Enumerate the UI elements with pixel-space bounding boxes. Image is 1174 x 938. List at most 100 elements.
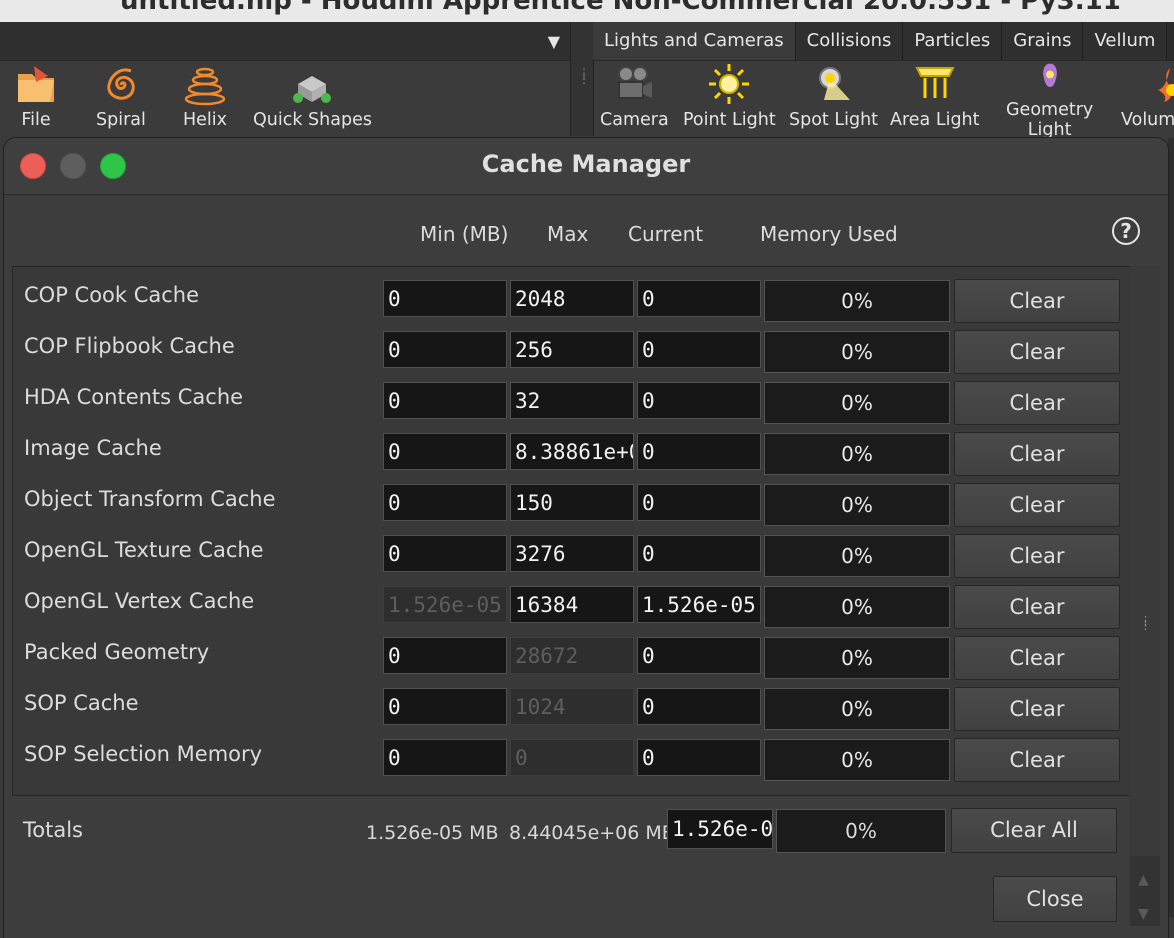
tab-vellum[interactable]: Vellum [1083, 22, 1168, 60]
cache-label: Object Transform Cache [24, 487, 276, 511]
header-max: Max [547, 222, 589, 246]
cache-label: COP Flipbook Cache [24, 334, 235, 358]
min-field[interactable]: 0 [383, 535, 507, 572]
quick-shapes-tool[interactable]: Quick Shapes [253, 62, 372, 130]
tab-particles[interactable]: Particles [903, 22, 1003, 60]
header-current: Current [628, 222, 704, 246]
current-field[interactable]: 0 [637, 331, 761, 368]
help-icon[interactable]: ? [1112, 217, 1140, 245]
dialog-titlebar: Cache Manager [4, 138, 1168, 195]
tab-grains[interactable]: Grains [1002, 22, 1084, 60]
spot-light-tool[interactable]: Spot Light [789, 62, 878, 130]
memory-used-meter: 0% [764, 688, 950, 730]
header-min: Min (MB) [420, 222, 509, 246]
cache-label: OpenGL Vertex Cache [24, 589, 255, 613]
header-memory-used: Memory Used [760, 222, 898, 246]
clear-all-button[interactable]: Clear All [951, 808, 1117, 853]
max-field[interactable]: 2048 [510, 280, 634, 317]
max-field[interactable]: 3276 [510, 535, 634, 572]
app-title-bar: untitled.hip - Houdini Apprentice Non-Co… [0, 0, 1174, 22]
current-field[interactable]: 0 [637, 688, 761, 725]
volume-light-tool[interactable]: Volume [1121, 62, 1174, 130]
max-field[interactable]: 16384 [510, 586, 634, 623]
min-field: 1.526e-05 [383, 586, 507, 623]
min-field[interactable]: 0 [383, 280, 507, 317]
max-field[interactable]: 256 [510, 331, 634, 368]
spot-light-icon [818, 67, 850, 100]
table-row: COP Cook Cache 0 2048 0 0% Clear [13, 275, 1131, 326]
current-field[interactable]: 0 [637, 637, 761, 674]
memory-used-meter: 0% [764, 637, 950, 679]
totals-label: Totals [23, 818, 83, 842]
spiral-tool[interactable]: Spiral [96, 62, 146, 130]
totals-memory-meter: 0% [776, 809, 946, 853]
min-field[interactable]: 0 [383, 331, 507, 368]
spiral-icon [107, 68, 135, 100]
max-field[interactable]: 32 [510, 382, 634, 419]
clear-button[interactable]: Clear [954, 738, 1120, 782]
window-edge [1168, 138, 1174, 917]
current-field[interactable]: 0 [637, 739, 761, 776]
min-field[interactable]: 0 [383, 688, 507, 725]
min-field[interactable]: 0 [383, 637, 507, 674]
table-row: COP Flipbook Cache 0 256 0 0% Clear [13, 326, 1131, 377]
current-field[interactable]: 0 [637, 382, 761, 419]
memory-used-meter: 0% [764, 331, 950, 373]
min-field[interactable]: 0 [383, 739, 507, 776]
clear-button[interactable]: Clear [954, 483, 1120, 527]
current-field[interactable]: 0 [637, 484, 761, 521]
table-row: SOP Selection Memory 0 0 0 0% Clear [13, 734, 1131, 785]
file-tool[interactable]: File [12, 62, 60, 130]
max-field: 1024 [510, 688, 634, 725]
app-title: untitled.hip - Houdini Apprentice Non-Co… [120, 0, 1121, 16]
clear-button[interactable]: Clear [954, 534, 1120, 578]
cache-label: Packed Geometry [24, 640, 210, 664]
point-light-tool[interactable]: Point Light [683, 62, 776, 130]
table-row: OpenGL Texture Cache 0 3276 0 0% Clear [13, 530, 1131, 581]
table-row: HDA Contents Cache 0 32 0 0% Clear [13, 377, 1131, 428]
current-field[interactable]: 0 [637, 433, 761, 470]
memory-used-meter: 0% [764, 739, 950, 781]
clear-button[interactable]: Clear [954, 432, 1120, 476]
min-field[interactable]: 0 [383, 484, 507, 521]
table-row: Packed Geometry 0 28672 0 0% Clear [13, 632, 1131, 683]
clear-button[interactable]: Clear [954, 381, 1120, 425]
table-row: OpenGL Vertex Cache 1.526e-05 16384 1.52… [13, 581, 1131, 632]
scroll-down-icon[interactable]: ▼ [1138, 906, 1149, 922]
current-field[interactable]: 0 [637, 535, 761, 572]
clear-button[interactable]: Clear [954, 687, 1120, 731]
cache-label: HDA Contents Cache [24, 385, 244, 409]
close-button[interactable]: Close [993, 876, 1117, 922]
clear-button[interactable]: Clear [954, 330, 1120, 374]
helix-icon [184, 67, 226, 106]
folder-icon [18, 66, 54, 102]
max-field[interactable]: 8.38861e+06 [510, 433, 634, 470]
geometry-light-tool[interactable]: Geometry Light [1006, 62, 1093, 140]
geometry-light-icon [1042, 63, 1057, 88]
table-scrollbar[interactable]: ⋮ ⋮ ▲ ▼ [1130, 266, 1160, 926]
totals-max: 8.44045e+06 MB [509, 822, 675, 844]
area-light-tool[interactable]: Area Light [890, 62, 980, 130]
shelf-splitter[interactable]: ⋮ ⋮ [570, 22, 594, 136]
min-field[interactable]: 0 [383, 433, 507, 470]
clear-button[interactable]: Clear [954, 636, 1120, 680]
max-field[interactable]: 150 [510, 484, 634, 521]
tab-lights-and-cameras[interactable]: Lights and Cameras [593, 22, 796, 60]
camera-tool[interactable]: Camera [600, 62, 669, 130]
memory-used-meter: 0% [764, 433, 950, 475]
cache-label: COP Cook Cache [24, 283, 200, 307]
tab-collisions[interactable]: Collisions [795, 22, 904, 60]
cache-label: SOP Cache [24, 691, 139, 715]
table-row: Object Transform Cache 0 150 0 0% Clear [13, 479, 1131, 530]
clear-button[interactable]: Clear [954, 585, 1120, 629]
current-field[interactable]: 0 [637, 280, 761, 317]
clear-button[interactable]: Clear [954, 279, 1120, 323]
max-field: 0 [510, 739, 634, 776]
shelf-menu-dropdown-icon[interactable]: ▼ [548, 32, 560, 51]
helix-tool[interactable]: Helix [181, 62, 229, 130]
min-field[interactable]: 0 [383, 382, 507, 419]
shelf-tabs: Lights and Cameras Collisions Particles … [593, 22, 1174, 61]
scroll-up-icon[interactable]: ▲ [1138, 872, 1149, 888]
current-field[interactable]: 1.526e-05 [637, 586, 761, 623]
memory-used-meter: 0% [764, 586, 950, 628]
